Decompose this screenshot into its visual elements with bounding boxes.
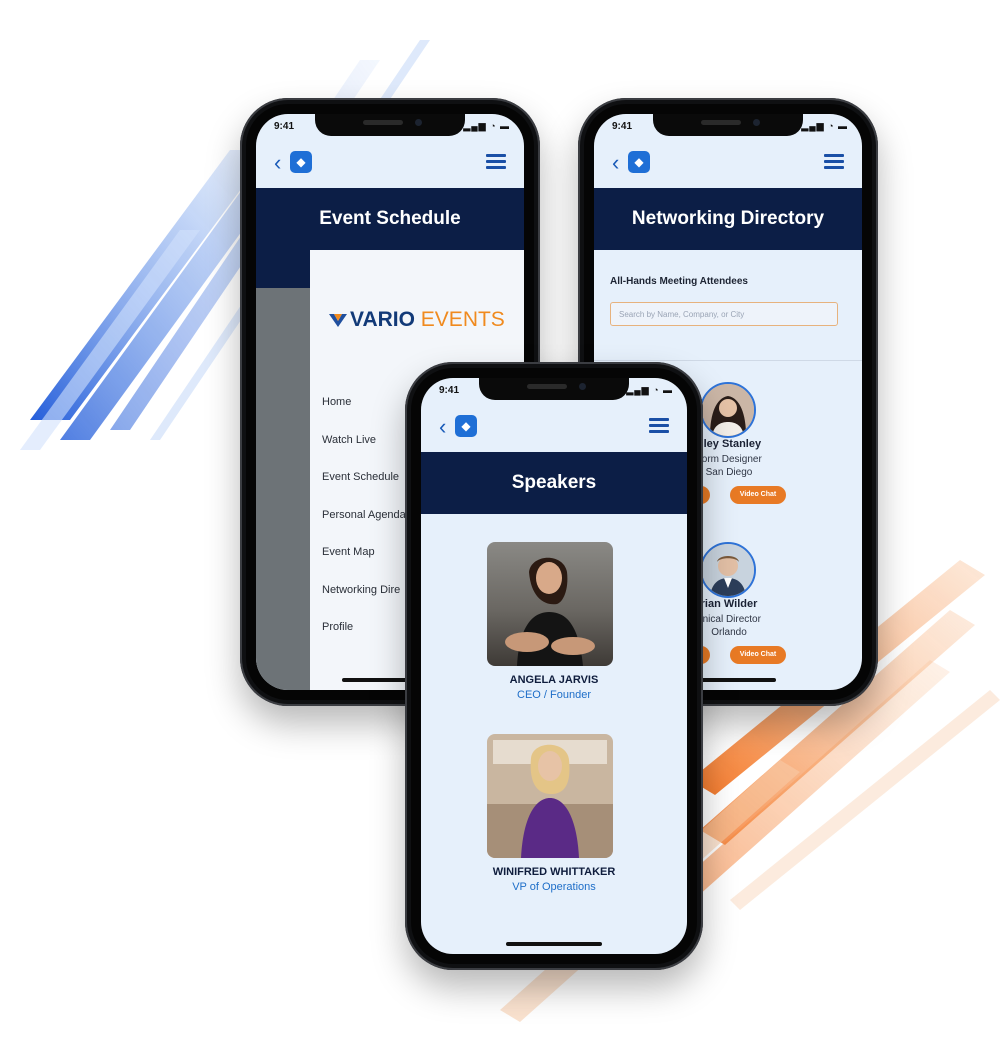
back-icon[interactable]: ‹ [439, 416, 446, 438]
status-time: 9:41 [274, 121, 295, 132]
speaker-name: ANGELA JARVIS [509, 674, 599, 686]
nav-item-watch-live[interactable]: Watch Live [322, 434, 406, 472]
status-time: 9:41 [439, 385, 460, 396]
nav-item-event-map[interactable]: Event Map [322, 546, 406, 584]
speaker-card[interactable]: ANGELA JARVIS CEO / Founder [421, 542, 687, 732]
back-icon[interactable]: ‹ [274, 152, 281, 174]
signal-wifi-battery-icon: ▂▄▆ ◔ ▬ [626, 385, 673, 395]
video-chat-button[interactable]: Video Chat [730, 486, 786, 504]
signal-wifi-battery-icon: ▂▄▆ ◔ ▬ [463, 121, 510, 131]
speaker-title: VP of Operations [512, 881, 596, 893]
speaker-title: CEO / Founder [517, 689, 591, 701]
speaker-card[interactable]: WINIFRED WHITTAKER VP of Operations [421, 734, 687, 924]
notch [479, 378, 629, 400]
video-chat-button[interactable]: Video Chat [730, 646, 786, 664]
section-heading: All-Hands Meeting Attendees [610, 276, 748, 287]
status-time: 9:41 [612, 121, 633, 132]
search-input[interactable]: Search by Name, Company, or City [610, 302, 838, 326]
phone-speakers: 9:41 ▂▄▆ ◔ ▬ ‹ ◆ Speakers ANGELA JARVIS … [405, 362, 703, 970]
nav-item-event-schedule[interactable]: Event Schedule [322, 471, 406, 509]
hamburger-menu-icon[interactable] [486, 154, 506, 170]
app-bar: ‹ ◆ [256, 140, 524, 188]
page-title: Networking Directory [594, 188, 862, 250]
divider [594, 360, 862, 361]
notch [315, 114, 465, 136]
notch [653, 114, 803, 136]
app-logo-icon[interactable]: ◆ [628, 151, 650, 173]
vario-logo-icon [329, 314, 347, 327]
speaker-photo [487, 734, 613, 858]
drawer-overlay[interactable] [256, 250, 310, 690]
nav-item-home[interactable]: Home [322, 396, 406, 434]
app-bar: ‹ ◆ [421, 404, 687, 452]
vario-events-logo: VARIO EVENTS [328, 308, 505, 332]
nav-item-profile[interactable]: Profile [322, 621, 406, 659]
avatar[interactable] [700, 382, 756, 438]
app-bar: ‹ ◆ [594, 140, 862, 188]
avatar[interactable] [700, 542, 756, 598]
page-title: Speakers [421, 452, 687, 514]
nav-item-networking-directory[interactable]: Networking Dire [322, 584, 406, 622]
nav-item-personal-agenda[interactable]: Personal Agenda [322, 509, 406, 547]
back-icon[interactable]: ‹ [612, 152, 619, 174]
speaker-photo [487, 542, 613, 666]
screen-speakers: 9:41 ▂▄▆ ◔ ▬ ‹ ◆ Speakers ANGELA JARVIS … [421, 378, 687, 954]
app-logo-icon[interactable]: ◆ [455, 415, 477, 437]
page-title: Event Schedule [256, 188, 524, 250]
speaker-name: WINIFRED WHITTAKER [492, 866, 616, 878]
hamburger-menu-icon[interactable] [649, 418, 669, 434]
signal-wifi-battery-icon: ▂▄▆ ◔ ▬ [801, 121, 848, 131]
nav-menu: Home Watch Live Event Schedule Personal … [322, 396, 406, 659]
hamburger-menu-icon[interactable] [824, 154, 844, 170]
app-logo-icon[interactable]: ◆ [290, 151, 312, 173]
home-indicator [506, 942, 602, 946]
